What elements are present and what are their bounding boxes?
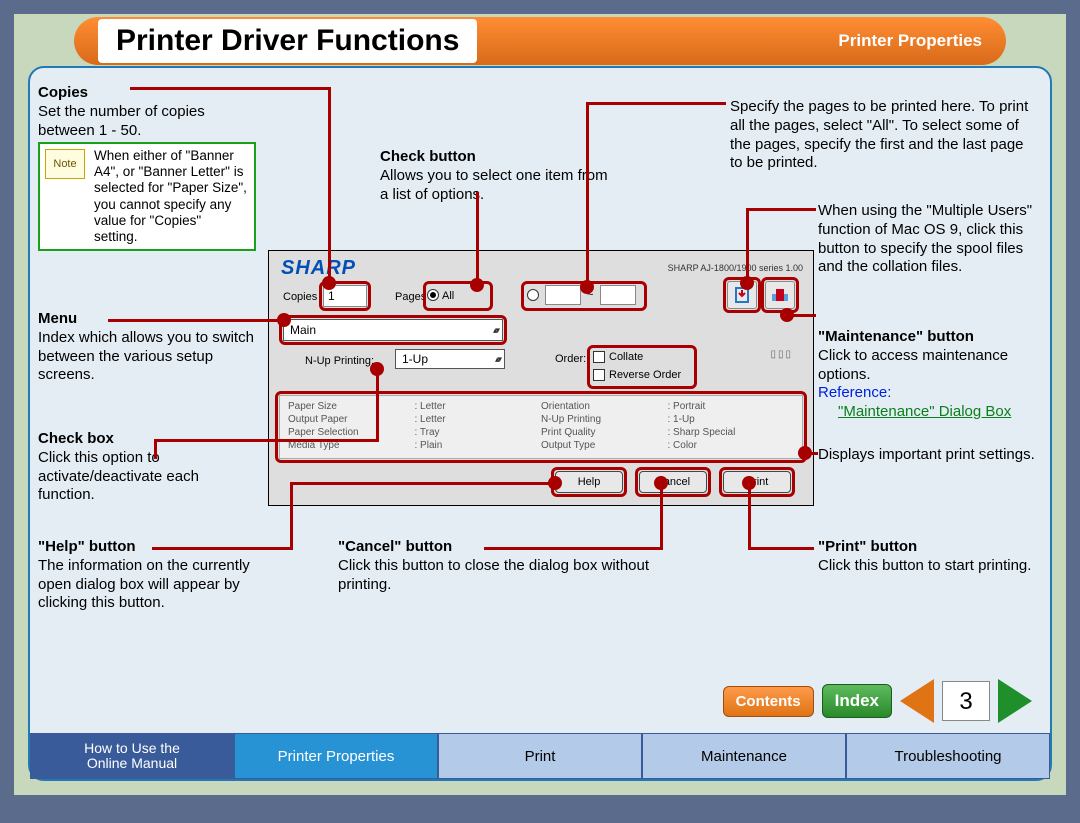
ann-print: "Print" button Click this button to star… — [818, 538, 1038, 576]
order-preview-icon: ▯▯▯ — [770, 349, 793, 360]
page-title: Printer Driver Functions — [98, 19, 477, 63]
ann-spool: When using the "Multiple Users" function… — [818, 202, 1044, 277]
content-frame: Copies Set the number of copies between … — [28, 66, 1052, 781]
ann-print-body: Click this button to start printing. — [818, 557, 1038, 576]
copies-label: Copies — [283, 291, 317, 303]
page-number: 3 — [942, 681, 990, 721]
series-text: SHARP AJ-1800/1900 series 1.00 — [668, 263, 803, 273]
index-button[interactable]: Index — [822, 684, 892, 718]
brand-logo: SHARP — [281, 257, 356, 280]
next-page-button[interactable] — [998, 679, 1032, 723]
ann-copies: Copies Set the number of copies between … — [38, 84, 258, 140]
ann-copies-body: Set the number of copies between 1 - 50. — [38, 103, 258, 141]
pager: Contents Index 3 — [723, 679, 1032, 723]
prev-page-button[interactable] — [900, 679, 934, 723]
ann-maintenance: "Maintenance" button Click to access mai… — [818, 328, 1044, 422]
note-icon: Note — [45, 149, 85, 179]
contents-button[interactable]: Contents — [723, 686, 814, 717]
note-box-wrap: Note When either of "Banner A4", or "Ban… — [38, 142, 256, 251]
bottom-tabs: How to Use theOnline Manual Printer Prop… — [30, 733, 1050, 779]
ann-checkbtn: Check button Allows you to select one it… — [380, 148, 610, 204]
ann-spool-body: When using the "Multiple Users" function… — [818, 202, 1044, 277]
tab-howto[interactable]: How to Use theOnline Manual — [30, 733, 234, 779]
ann-settings-body: Displays important print settings. — [818, 446, 1038, 465]
nup-select[interactable]: 1-Up — [395, 349, 505, 369]
ann-print-title: "Print" button — [818, 538, 1038, 557]
note-body: When either of "Banner A4", or "Banner L… — [94, 148, 248, 245]
ann-maint-title: "Maintenance" button — [818, 328, 1044, 347]
ref-label: Reference: — [818, 384, 1044, 403]
ann-maint-body: Click to access maintenance options. — [818, 347, 1044, 385]
print-dialog: SHARP SHARP AJ-1800/1900 series 1.00 Cop… — [268, 250, 814, 506]
ann-checkbtn-title: Check button — [380, 148, 610, 167]
nup-label: N-Up Printing: — [305, 355, 374, 367]
tab-print[interactable]: Print — [438, 733, 642, 779]
ann-checkbox-body: Click this option to activate/deactivate… — [38, 449, 258, 505]
tab-printer-properties[interactable]: Printer Properties — [234, 733, 438, 779]
tab-troubleshooting[interactable]: Troubleshooting — [846, 733, 1050, 779]
ann-cancel-body: Click this button to close the dialog bo… — [338, 557, 658, 595]
ann-menu-body: Index which allows you to switch between… — [38, 329, 258, 385]
section-label: Printer Properties — [838, 31, 982, 51]
ann-settings: Displays important print settings. — [818, 446, 1038, 465]
ann-help-body: The information on the currently open di… — [38, 557, 268, 613]
ann-pages: Specify the pages to be printed here. To… — [730, 98, 1030, 173]
ref-link[interactable]: "Maintenance" Dialog Box — [838, 403, 1011, 420]
pages-label: Pages — [395, 291, 426, 303]
ann-checkbtn-body: Allows you to select one item from a lis… — [380, 167, 610, 205]
tab-maintenance[interactable]: Maintenance — [642, 733, 846, 779]
order-label: Order: — [555, 353, 586, 365]
title-bar: Printer Driver Functions Printer Propert… — [74, 17, 1006, 65]
ann-pages-body: Specify the pages to be printed here. To… — [730, 98, 1030, 173]
